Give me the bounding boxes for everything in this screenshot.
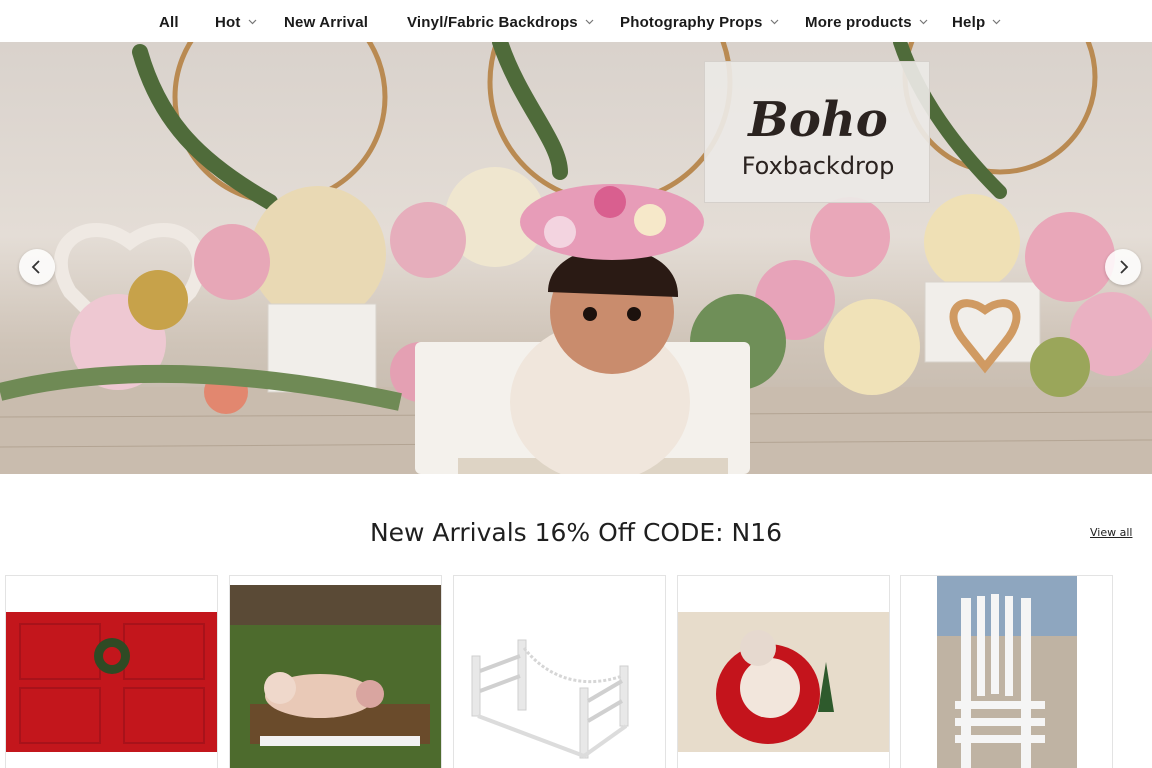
nav-label: Photography Props	[620, 14, 763, 31]
product-card[interactable]	[229, 575, 442, 768]
view-all-link[interactable]: View all	[1090, 526, 1132, 539]
product-card[interactable]	[900, 575, 1113, 768]
nav-label: Help	[952, 14, 986, 31]
carousel-next-button[interactable]	[1105, 249, 1141, 285]
nav-item-props[interactable]: Photography Props	[620, 14, 779, 34]
chevron-down-icon	[992, 19, 1001, 25]
product-image	[937, 576, 1077, 768]
nav-label: More products	[805, 14, 912, 31]
nav-item-help[interactable]: Help	[952, 14, 1001, 34]
nav-bar: All Hot New Arrival Vinyl/Fabric Backdro…	[141, 0, 1011, 46]
hero-caption-card: Boho Foxbackdrop	[704, 61, 930, 203]
nav-label: All	[159, 14, 179, 31]
product-card[interactable]	[5, 575, 218, 768]
product-card[interactable]	[453, 575, 666, 768]
product-image	[6, 612, 217, 752]
chevron-down-icon	[919, 19, 928, 25]
chevron-down-icon	[770, 19, 779, 25]
chevron-down-icon	[248, 19, 257, 25]
nav-label: Hot	[215, 14, 241, 31]
hero-banner[interactable]: Boho Foxbackdrop	[0, 42, 1152, 474]
nav-item-more-products[interactable]: More products	[805, 14, 928, 34]
product-image	[454, 576, 665, 768]
nav-label: New Arrival	[284, 14, 369, 31]
product-image	[678, 612, 889, 752]
nav-item-new-arrival[interactable]: New Arrival	[284, 14, 368, 34]
hero-subtitle: Foxbackdrop	[741, 152, 895, 180]
product-image	[230, 585, 441, 768]
chevron-right-icon	[1120, 260, 1129, 274]
top-navigation: All Hot New Arrival Vinyl/Fabric Backdro…	[0, 0, 1152, 46]
nav-label: Vinyl/Fabric Backdrops	[407, 14, 578, 31]
nav-item-all[interactable]: All	[159, 14, 179, 34]
hero-title: Boho	[748, 92, 888, 148]
chevron-down-icon	[585, 19, 594, 25]
product-card[interactable]	[677, 575, 890, 768]
section-title: New Arrivals 16% Off CODE: N16	[369, 518, 783, 547]
chevron-left-icon	[31, 260, 40, 274]
nav-item-backdrops[interactable]: Vinyl/Fabric Backdrops	[407, 14, 594, 34]
carousel-prev-button[interactable]	[19, 249, 55, 285]
hero-image	[0, 42, 1152, 474]
nav-item-hot[interactable]: Hot	[215, 14, 257, 34]
